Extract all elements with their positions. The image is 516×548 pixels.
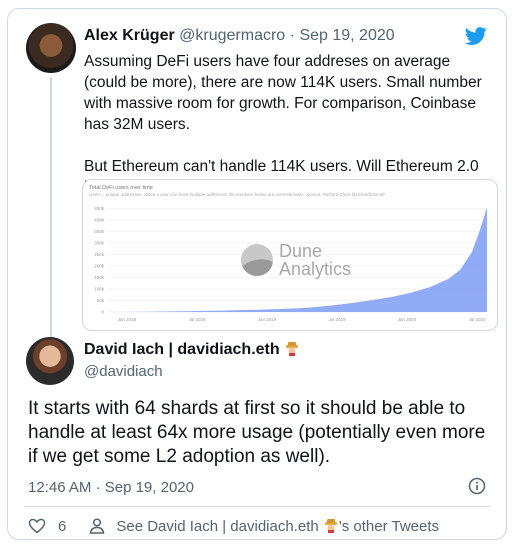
tweet-actions-bar: 6 See David Iach | davidiach.eth 's othe… bbox=[28, 517, 439, 535]
chart-y-tick-label: 100k bbox=[94, 286, 105, 291]
dune-analytics-watermark: Dune Analytics bbox=[241, 240, 371, 280]
quoted-tweet-header: Alex Krüger @krugermacro · Sep 19, 2020 bbox=[84, 27, 395, 45]
main-author-handle[interactable]: @davidiach bbox=[84, 363, 163, 380]
chart-y-tick-label: 50k bbox=[97, 298, 105, 303]
dune-logo-icon bbox=[241, 244, 273, 276]
quoted-author-handle[interactable]: @krugermacro bbox=[179, 27, 285, 44]
main-author-name-row: David Iach | davidiach.eth bbox=[84, 341, 300, 359]
chart-y-tick-label: 150k bbox=[94, 275, 105, 280]
chart-y-tick-label: 300k bbox=[94, 240, 105, 245]
chart-y-tick-label: 250k bbox=[94, 252, 105, 257]
tweet-time[interactable]: 12:46 AM bbox=[28, 479, 91, 496]
info-icon[interactable] bbox=[468, 477, 486, 495]
chart-y-tick-label: 450k bbox=[94, 206, 105, 211]
farmer-emoji-icon bbox=[324, 518, 337, 533]
meta-separator: · bbox=[95, 479, 101, 496]
see-other-tweets-suffix[interactable]: 's other Tweets bbox=[339, 518, 439, 535]
person-icon[interactable] bbox=[88, 517, 106, 535]
chart-x-tick-label: Jul 2020 bbox=[468, 317, 486, 322]
farmer-emoji-icon bbox=[286, 342, 299, 356]
chart-x-tick-label: Jul 2019 bbox=[328, 317, 346, 322]
watermark-word-1: Dune bbox=[279, 241, 323, 261]
quoted-author-avatar[interactable] bbox=[26, 23, 76, 73]
chart-x-tick-label: Jan 2018 bbox=[118, 317, 137, 322]
heart-icon[interactable] bbox=[28, 517, 46, 535]
main-author-name[interactable]: David Iach | davidiach.eth bbox=[84, 341, 280, 358]
chart-y-tick-label: 350k bbox=[94, 229, 105, 234]
see-other-tweets-prefix[interactable]: See David Iach | davidiach.eth bbox=[116, 518, 318, 535]
like-count[interactable]: 6 bbox=[58, 518, 66, 535]
chart-y-tick-label: 200k bbox=[94, 263, 105, 268]
main-tweet-text: It starts with 64 shards at first so it … bbox=[28, 398, 486, 467]
chart-x-tick-label: Jul 2018 bbox=[188, 317, 206, 322]
quoted-author-name[interactable]: Alex Krüger bbox=[84, 27, 175, 44]
quoted-tweet-date[interactable]: Sep 19, 2020 bbox=[299, 27, 394, 44]
main-author-avatar[interactable] bbox=[26, 337, 74, 385]
twitter-bird-icon[interactable] bbox=[464, 25, 488, 47]
chart-x-tick-label: Jan 2020 bbox=[398, 317, 417, 322]
tweet-embed-card: Alex Krüger @krugermacro · Sep 19, 2020 … bbox=[7, 8, 507, 540]
quoted-paragraph-1: Assuming DeFi users have four addreses o… bbox=[84, 53, 482, 133]
tweet-date[interactable]: Sep 19, 2020 bbox=[105, 479, 194, 496]
thread-connector-line bbox=[50, 77, 52, 339]
tweet-timestamp[interactable]: 12:46 AM · Sep 19, 2020 bbox=[28, 479, 194, 496]
chart-y-tick-label: 0 bbox=[101, 310, 104, 315]
chart-y-tick-label: 400k bbox=[94, 217, 105, 222]
actions-divider bbox=[24, 506, 490, 507]
header-separator: · bbox=[289, 27, 295, 44]
see-other-tweets-link[interactable]: See David Iach | davidiach.eth 's other … bbox=[116, 518, 439, 535]
chart-x-tick-label: Jan 2019 bbox=[258, 317, 277, 322]
embedded-chart-image[interactable]: Total DeFi users over time Users = uniqu… bbox=[82, 179, 498, 331]
watermark-word-2: Analytics bbox=[279, 259, 352, 279]
